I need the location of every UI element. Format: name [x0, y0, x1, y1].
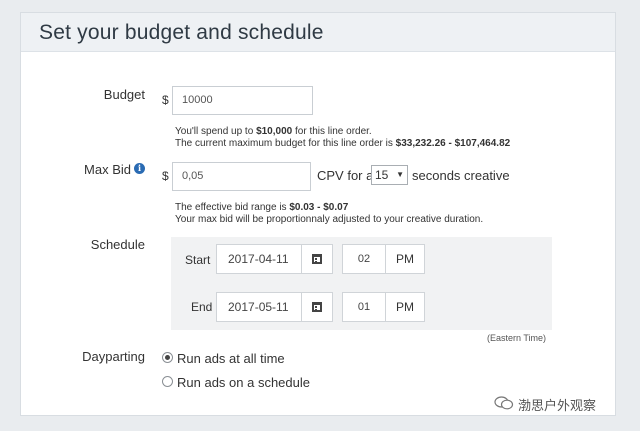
start-date-input[interactable]: 2017-04-11 [216, 244, 302, 274]
chevron-down-icon: ▼ [396, 170, 404, 179]
max-bid-label: Max Bid [84, 162, 131, 177]
budget-label: Budget [103, 87, 145, 102]
max-bid-input[interactable]: 0,05 [172, 162, 311, 191]
budget-note-max-text: The current maximum budget for this line… [175, 138, 396, 149]
start-calendar-button[interactable] [302, 244, 333, 274]
panel-header: Set your budget and schedule [21, 13, 615, 52]
dayparting-label: Dayparting [82, 349, 145, 364]
watermark-text: 渤思户外观察 [518, 399, 597, 414]
budget-currency: $ [162, 93, 169, 107]
end-hour-input[interactable]: 01 [342, 292, 386, 322]
start-label: Start [185, 253, 211, 267]
max-bid-note-line2: Your max bid will be proportionnaly adju… [175, 214, 484, 225]
wechat-icon [494, 396, 514, 410]
budget-note-range: $33,232.26 - $107,464.82 [395, 138, 511, 149]
budget-note: You'll spend up to $10,000 for this line… [175, 126, 510, 150]
seconds-text: seconds creative [412, 168, 510, 183]
seconds-select[interactable]: 15 ▼ [371, 165, 408, 185]
max-bid-note-range: $0.03 - $0.07 [289, 202, 349, 213]
end-ampm-toggle[interactable]: PM [385, 292, 425, 322]
budget-note-text: You'll spend up to [175, 126, 257, 137]
max-bid-currency: $ [162, 169, 169, 183]
page-title: Set your budget and schedule [39, 21, 324, 44]
schedule-label: Schedule [90, 237, 145, 252]
start-hour-input[interactable]: 02 [342, 244, 386, 274]
max-bid-note: The effective bid range is $0.03 - $0.07… [175, 202, 483, 226]
timezone-label: (Eastern Time) [487, 333, 547, 343]
max-bid-note-text: The effective bid range is [175, 202, 290, 213]
budget-input[interactable]: 10000 [172, 86, 313, 115]
radio-run-on-schedule[interactable] [162, 376, 173, 387]
watermark: 渤思户外观察 [494, 395, 596, 414]
radio-label-run-on-schedule: Run ads on a schedule [177, 375, 310, 390]
budget-note-amount: $10,000 [256, 126, 293, 137]
info-icon[interactable]: i [134, 163, 145, 174]
radio-label-run-all-time: Run ads at all time [177, 351, 285, 366]
end-calendar-button[interactable] [302, 292, 333, 322]
radio-run-all-time[interactable] [162, 352, 173, 363]
calendar-icon [312, 254, 322, 264]
end-date-input[interactable]: 2017-05-11 [216, 292, 302, 322]
cpv-text: CPV for a [317, 168, 374, 183]
end-label: End [191, 300, 213, 314]
calendar-icon [312, 302, 322, 312]
start-ampm-toggle[interactable]: PM [385, 244, 425, 274]
seconds-select-value: 15 [375, 168, 389, 182]
budget-note-suffix: for this line order. [292, 126, 372, 137]
